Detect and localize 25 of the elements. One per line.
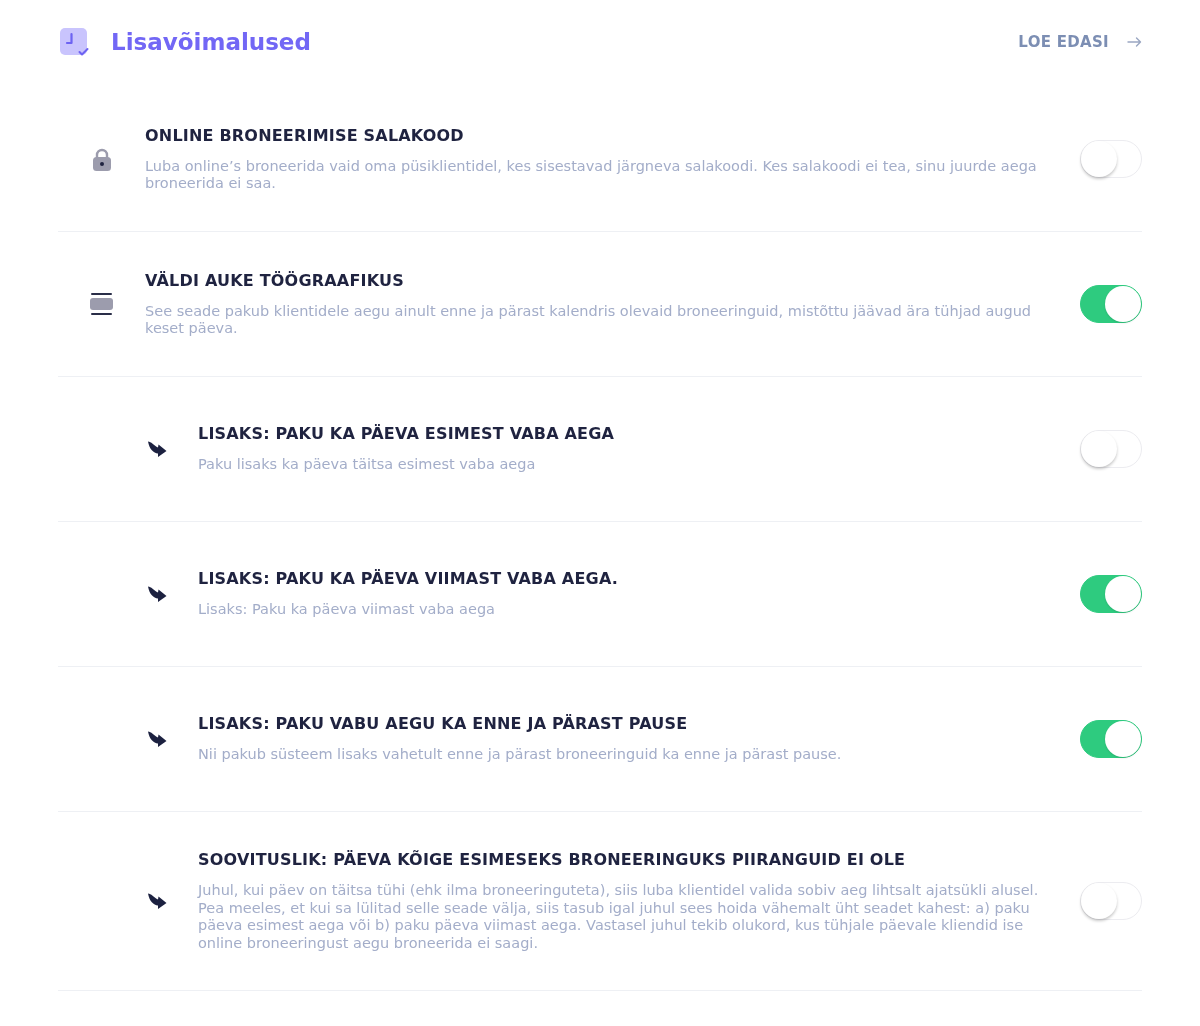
setting-title: LISAKS: PAKU KA PÄEVA ESIMEST VABA AEGA: [198, 424, 616, 445]
lock-icon: [90, 147, 113, 171]
curved-arrow-icon: [147, 585, 167, 603]
curved-arrow-icon: [147, 892, 167, 910]
stack-icon: [90, 293, 113, 315]
toggle-switch[interactable]: [1080, 285, 1142, 323]
toggle-switch[interactable]: [1080, 720, 1142, 758]
clock-check-icon: [60, 27, 89, 57]
setting-title: ONLINE BRONEERIMISE SALAKOOD: [145, 125, 465, 146]
setting-description: See seade pakub klientidele aegu ainult enne ja pärast kalendris olevaid broneeringuid, mistõttu jäävad ära tühjad augud keset päeva.: [145, 302, 1033, 338]
arrow-right-icon: [1127, 37, 1142, 47]
page-title: Lisavõimalused: [111, 28, 311, 57]
setting-description: Paku lisaks ka päeva täitsa esimest vaba aega: [198, 456, 537, 474]
read-more-link[interactable]: LOE EDASI: [1018, 32, 1142, 52]
toggle-switch[interactable]: [1080, 575, 1142, 613]
curved-arrow-icon: [147, 440, 167, 458]
setting-description: Luba online’s broneerida vaid oma püsiklientidel, kes sisestavad järgneva salakoodi. Kes salakoodi ei tea, sinu juurde aega broneerida ei saa.: [145, 157, 1038, 193]
curved-arrow-icon: [147, 730, 167, 748]
setting-title: LISAKS: PAKU KA PÄEVA VIIMAST VABA AEGA.: [198, 569, 620, 590]
setting-title: SOOVITUSLIK: PÄEVA KÕIGE ESIMESEKS BRONEERINGUKS PIIRANGUID EI OLE: [198, 850, 907, 870]
setting-title: VÄLDI AUKE TÖÖGRAAFIKUS: [145, 270, 405, 291]
setting-description: Nii pakub süsteem lisaks vahetult enne ja pärast broneeringuid ka enne ja pärast pause.: [198, 746, 843, 764]
setting-description: Lisaks: Paku ka päeva viimast vaba aega: [198, 601, 496, 619]
setting-title: LISAKS: PAKU VABU AEGU KA ENNE JA PÄRAST PAUSE: [198, 714, 689, 735]
setting-description: Juhul, kui päev on täitsa tühi (ehk ilma broneeringuteta), siis luba klientidel valida sobiv aeg lihtsalt ajatsükli alusel. Pea meeles, et kui sa lülitad selle seade välja, siis tasub igal juhul sees hoida vähemalt üht seadet kahest: a) paku päeva esimest aega või b) paku päeva viimast aega. Vastasel juhul tekib olukord, kus tühjale päevale kliendid ise online broneeringust aegu broneerida ei saagi.: [198, 882, 1040, 952]
